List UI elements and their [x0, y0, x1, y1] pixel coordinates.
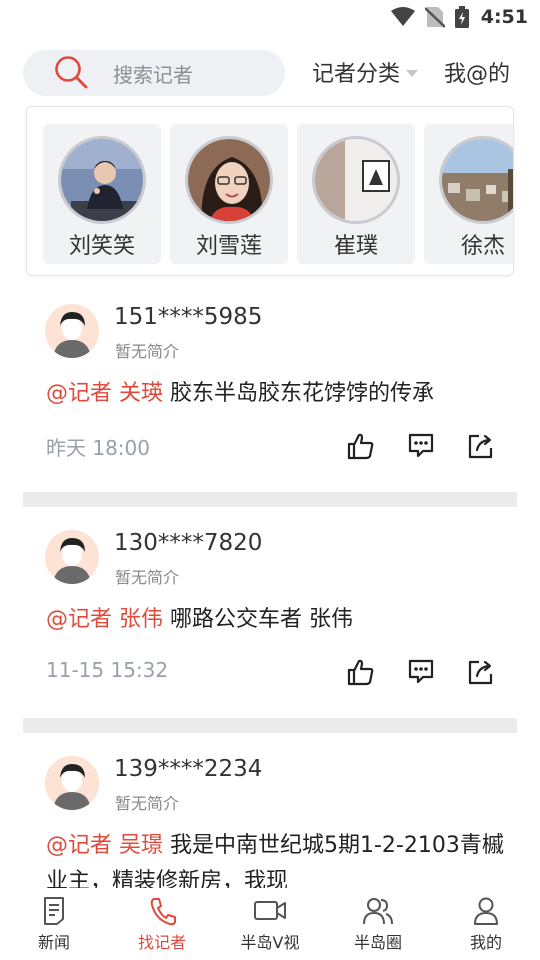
- reporter-mention-link[interactable]: @记者 关瑛: [46, 381, 163, 406]
- post-bio: 暂无简介: [115, 794, 180, 813]
- tab-news[interactable]: 新闻: [9, 896, 99, 953]
- user-avatar: [45, 530, 99, 584]
- thumbs-up-icon: [347, 433, 374, 460]
- post-content: @记者 张伟 哪路公交车者 张伟: [46, 602, 506, 638]
- tab-circle[interactable]: 半岛圈: [333, 896, 423, 953]
- post-time: 11-15 15:32: [46, 658, 169, 682]
- like-button[interactable]: [345, 656, 377, 688]
- post-text: 胶东半岛胶东花饽饽的传承: [163, 381, 434, 406]
- post-bio: 暂无简介: [115, 342, 180, 361]
- section-divider: [23, 718, 517, 733]
- thumbs-up-icon: [347, 659, 374, 686]
- share-button[interactable]: [465, 430, 497, 462]
- reporter-avatar: [312, 136, 400, 224]
- bottom-tab-bar: 新闻 找记者 半岛V视 半岛圈 我的: [0, 888, 540, 960]
- post-card[interactable]: 139****2234 暂无简介 @记者 吴璟 我是中南世纪城5期1-2-210…: [23, 756, 517, 888]
- video-icon: [254, 901, 286, 920]
- battery-icon: [454, 6, 469, 28]
- reporter-mention-link[interactable]: @记者 吴璟: [46, 833, 163, 858]
- post-username: 151****5985: [114, 304, 263, 330]
- share-icon: [468, 434, 493, 459]
- tab-label: 找记者: [137, 933, 186, 952]
- tab-video[interactable]: 半岛V视: [225, 896, 315, 953]
- like-button[interactable]: [345, 430, 377, 462]
- reporter-name: 崔璞: [333, 234, 378, 259]
- comment-icon: [408, 433, 434, 458]
- reporter-mention-link[interactable]: @记者 张伟: [46, 607, 163, 632]
- status-bar: 4:51: [0, 0, 540, 38]
- no-sim-icon: [424, 7, 445, 28]
- post-card[interactable]: 130****7820 暂无简介 @记者 张伟 哪路公交车者 张伟 11-15 …: [23, 530, 517, 700]
- reporter-name: 刘雪莲: [195, 234, 262, 259]
- group-icon: [363, 898, 393, 925]
- user-avatar: [45, 756, 99, 810]
- tab-label: 新闻: [37, 933, 70, 952]
- reporter-card[interactable]: 崔璞: [297, 124, 415, 264]
- post-username: 130****7820: [114, 530, 263, 556]
- user-avatar: [45, 304, 99, 358]
- tab-label: 半岛圈: [353, 933, 402, 952]
- reporter-category-dropdown[interactable]: 记者分类: [312, 56, 419, 88]
- top-bar: 搜索记者 记者分类 我@的: [0, 50, 540, 96]
- search-icon: [55, 56, 88, 89]
- tab-label: 半岛V视: [240, 933, 300, 952]
- post-bio: 暂无简介: [115, 568, 180, 587]
- reporter-name: 徐杰: [460, 234, 505, 259]
- post-username: 139****2234: [114, 756, 263, 782]
- post-card[interactable]: 151****5985 暂无简介 @记者 关瑛 胶东半岛胶东花饽饽的传承 昨天 …: [23, 304, 517, 474]
- reporter-carousel[interactable]: 刘笑笑 刘雪莲 崔璞 徐杰: [26, 106, 514, 276]
- phone-icon: [150, 898, 176, 926]
- comment-icon: [408, 659, 434, 684]
- reporter-card[interactable]: 刘雪莲: [170, 124, 288, 264]
- tab-me[interactable]: 我的: [441, 896, 531, 953]
- post-time: 昨天 18:00: [46, 436, 150, 460]
- share-button[interactable]: [465, 656, 497, 688]
- wifi-icon: [390, 7, 415, 26]
- news-icon: [44, 897, 64, 925]
- tab-find-reporter[interactable]: 找记者: [117, 896, 207, 953]
- reporter-avatar: [58, 136, 146, 224]
- status-time: 4:51: [480, 6, 528, 28]
- comment-button[interactable]: [405, 656, 437, 688]
- tab-label: 我的: [469, 933, 502, 952]
- post-text: 哪路公交车者 张伟: [163, 607, 353, 632]
- reporter-avatar: [439, 136, 513, 224]
- comment-button[interactable]: [405, 430, 437, 462]
- my-mentions-button[interactable]: 我@的: [444, 56, 510, 88]
- post-content: @记者 关瑛 胶东半岛胶东花饽饽的传承: [46, 376, 506, 412]
- reporter-avatar: [185, 136, 273, 224]
- reporter-card[interactable]: 徐杰: [424, 124, 513, 264]
- category-label: 记者分类: [312, 62, 401, 87]
- post-content: @记者 吴璟 我是中南世纪城5期1-2-2103青槭业主，精装修新房，我现: [46, 828, 506, 888]
- reporter-card[interactable]: 刘笑笑: [43, 124, 161, 264]
- section-divider: [23, 492, 517, 507]
- dropdown-arrow-icon: [406, 69, 419, 77]
- share-icon: [468, 660, 493, 685]
- search-input[interactable]: 搜索记者: [23, 50, 285, 96]
- person-icon: [474, 897, 498, 925]
- search-placeholder: 搜索记者: [113, 62, 193, 87]
- reporter-name: 刘笑笑: [68, 234, 135, 259]
